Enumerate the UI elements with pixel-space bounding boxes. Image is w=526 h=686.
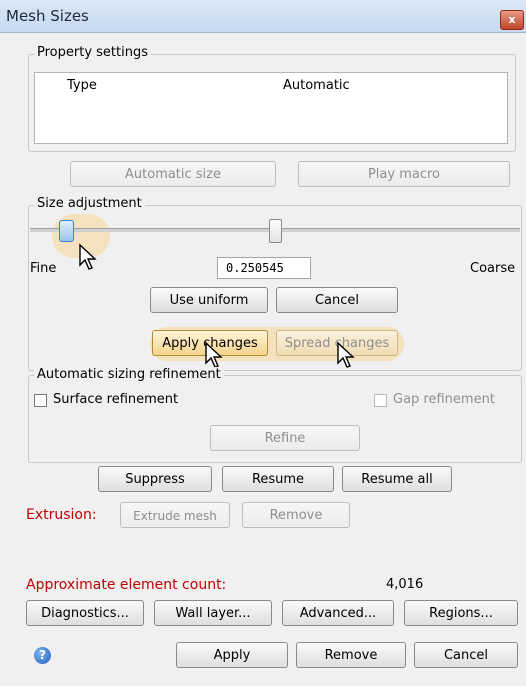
size-adjustment-title: Size adjustment xyxy=(34,196,145,211)
refinement-title: Automatic sizing refinement xyxy=(34,367,224,382)
resume-all-button[interactable]: Resume all xyxy=(342,466,452,492)
automatic-size-button[interactable]: Automatic size xyxy=(70,161,276,187)
size-value: 0.250545 xyxy=(226,261,284,275)
property-settings-title: Property settings xyxy=(34,45,151,60)
gap-refinement-label[interactable]: Gap refinement xyxy=(393,392,495,407)
refine-button[interactable]: Refine xyxy=(210,425,360,451)
diagnostics-button[interactable]: Diagnostics... xyxy=(26,600,144,626)
property-type-value[interactable]: Automatic xyxy=(283,78,350,93)
wall-layer-button[interactable]: Wall layer... xyxy=(154,600,272,626)
size-value-field[interactable]: 0.250545 xyxy=(217,257,311,279)
element-count-value: 4,016 xyxy=(386,577,424,592)
size-slider-thumb[interactable] xyxy=(59,220,75,242)
suppress-button[interactable]: Suppress xyxy=(98,466,212,492)
extrusion-remove-button[interactable]: Remove xyxy=(242,502,350,528)
extrusion-label: Extrusion: xyxy=(26,507,97,523)
play-macro-button[interactable]: Play macro xyxy=(298,161,510,187)
mouse-cursor-icon xyxy=(337,341,355,368)
resume-button[interactable]: Resume xyxy=(222,466,334,492)
mouse-cursor-icon xyxy=(79,243,97,270)
advanced-button[interactable]: Advanced... xyxy=(282,600,394,626)
mesh-sizes-window: Mesh Sizes x Property settings Type Auto… xyxy=(0,0,526,686)
use-uniform-button[interactable]: Use uniform xyxy=(150,287,268,313)
size-slider-secondary-thumb[interactable] xyxy=(269,219,282,243)
extrude-mesh-button[interactable]: Extrude mesh xyxy=(120,502,230,528)
regions-button[interactable]: Regions... xyxy=(404,600,518,626)
help-icon[interactable]: ? xyxy=(34,647,51,664)
fine-label: Fine xyxy=(30,261,57,276)
coarse-label: Coarse xyxy=(470,261,516,276)
cancel-button[interactable]: Cancel xyxy=(414,642,518,668)
surface-refinement-label[interactable]: Surface refinement xyxy=(53,392,178,407)
apply-button[interactable]: Apply xyxy=(176,642,288,668)
title-bar: Mesh Sizes x xyxy=(0,0,526,33)
close-button[interactable]: x xyxy=(500,10,524,30)
element-count-label: Approximate element count: xyxy=(26,577,227,593)
cancel-adjust-button[interactable]: Cancel xyxy=(276,287,398,313)
dialog-body: Property settings Type Automatic Automat… xyxy=(0,33,526,686)
window-title: Mesh Sizes xyxy=(6,7,89,25)
property-type-label: Type xyxy=(67,78,97,93)
surface-refinement-checkbox[interactable] xyxy=(34,394,47,407)
property-table: Type Automatic xyxy=(34,72,508,144)
gap-refinement-checkbox[interactable] xyxy=(374,394,387,407)
remove-button[interactable]: Remove xyxy=(296,642,406,668)
